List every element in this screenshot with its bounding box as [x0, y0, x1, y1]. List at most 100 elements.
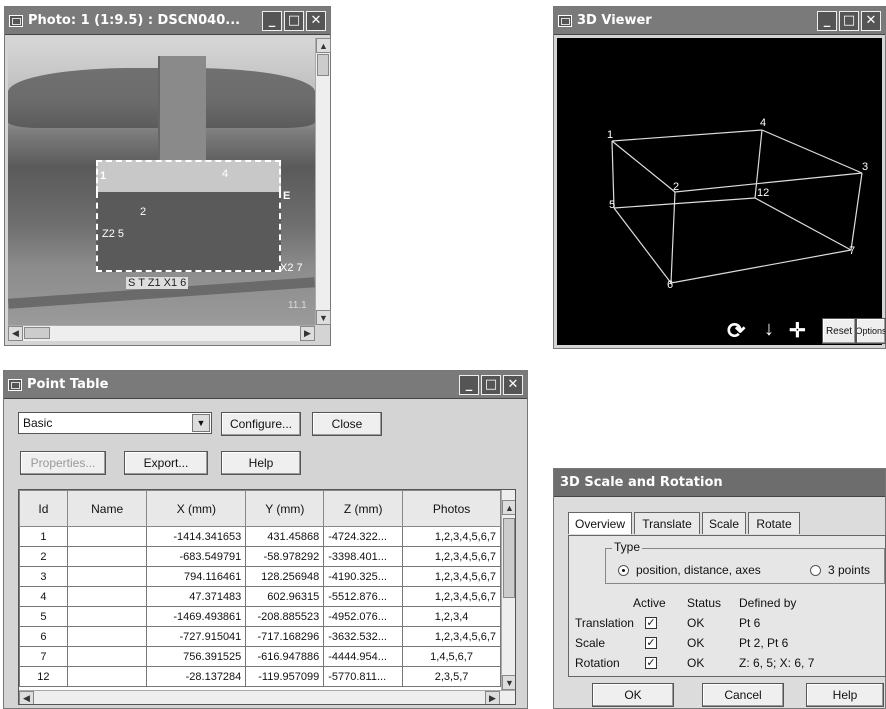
type-group-label: Type — [612, 540, 643, 554]
help-button[interactable]: Help — [806, 683, 884, 707]
scroll-up-icon[interactable]: ▲ — [316, 38, 331, 53]
column-header[interactable]: Photos — [402, 490, 501, 527]
table-cell: 12 — [19, 666, 68, 687]
header-defined-by: Defined by — [739, 596, 797, 610]
tab-overview[interactable]: Overview — [568, 512, 632, 534]
viewer-canvas[interactable]: 1 4 3 2 12 5 6 7 ⟳ ↓ ✛ Reset Options — [557, 38, 886, 345]
table-cell — [66, 626, 148, 647]
table-cell: -5512.876... — [323, 586, 404, 607]
maximize-button[interactable]: □ — [481, 374, 501, 395]
radio-3-points[interactable] — [810, 565, 821, 576]
scroll-down-icon[interactable]: ▼ — [316, 310, 331, 325]
cancel-button[interactable]: Cancel — [702, 683, 784, 707]
scroll-left-icon[interactable]: ◀ — [8, 326, 23, 341]
tab-scale[interactable]: Scale — [702, 512, 746, 534]
maximize-button[interactable]: □ — [284, 10, 304, 31]
help-button[interactable]: Help — [221, 451, 301, 475]
scroll-up-icon[interactable]: ▲ — [502, 500, 515, 515]
view-select[interactable]: Basic ▼ — [18, 412, 212, 434]
maximize-button[interactable]: □ — [839, 10, 859, 31]
export-button[interactable]: Export... — [124, 451, 208, 475]
table-cell: -4724.322... — [323, 526, 404, 547]
minimize-button[interactable]: _ — [817, 10, 837, 31]
rotate-icon[interactable]: ⟳ — [727, 318, 745, 344]
edge — [613, 207, 672, 284]
column-header[interactable]: X (mm) — [146, 490, 247, 527]
point-table-window: Point Table _ □ ✕ Basic ▼ Configure... C… — [3, 370, 528, 709]
minimize-button[interactable]: _ — [459, 374, 479, 395]
pan-icon[interactable]: ✛ — [789, 318, 806, 343]
photo-vertical-scrollbar[interactable]: ▲ ▼ — [315, 38, 331, 325]
table-cell: -4190.325... — [323, 566, 404, 587]
table-vertical-scrollbar[interactable]: ▲ ▼ — [501, 490, 515, 690]
point-label: 3 — [862, 161, 868, 173]
tab-rotate[interactable]: Rotate — [748, 512, 800, 534]
edge — [611, 140, 676, 193]
minimize-button[interactable]: _ — [262, 10, 282, 31]
point-label: E — [283, 190, 291, 202]
table-cell — [66, 666, 148, 687]
table-cell — [66, 566, 148, 587]
reset-button[interactable]: Reset — [822, 318, 856, 344]
photo-horizontal-scrollbar[interactable]: ◀ ▶ — [8, 325, 315, 341]
column-header[interactable]: Id — [19, 490, 68, 527]
point-table-titlebar[interactable]: Point Table _ □ ✕ — [4, 371, 527, 399]
table-row[interactable]: 7 756.391525 -616.947886 -4444.954... 1,4,5,… — [19, 646, 501, 667]
column-header[interactable]: Z (mm) — [323, 490, 404, 527]
table-cell: -616.947886 — [245, 646, 325, 667]
tab-translate[interactable]: Translate — [634, 512, 700, 534]
table-row[interactable]: 5 -1469.493861 -208.885523 -4952.076... 1,2,… — [19, 606, 501, 627]
edge — [754, 197, 852, 251]
table-horizontal-scrollbar[interactable]: ◀ ▶ — [19, 690, 515, 704]
table-cell: 794.116461 — [146, 566, 247, 587]
table-cell: 3 — [19, 566, 68, 587]
column-header[interactable]: Y (mm) — [245, 490, 325, 527]
viewer-window-icon — [558, 14, 572, 27]
table-row[interactable]: 4 47.371483 602.96315 -5512.876... 1,2,3,4,5… — [19, 586, 501, 607]
close-button[interactable]: ✕ — [861, 10, 881, 31]
table-cell: 602.96315 — [245, 586, 325, 607]
scale-rotation-titlebar[interactable]: 3D Scale and Rotation — [554, 469, 885, 497]
type-option-label: position, distance, axes — [636, 563, 761, 577]
table-cell: 1,2,3,4,5,6,7 — [402, 626, 501, 647]
table-row[interactable]: 2 -683.549791 -58.978292 -3398.401... 1,2,3,… — [19, 546, 501, 567]
options-button[interactable]: Options — [856, 318, 886, 344]
table-row[interactable]: 6 -727.915041 -717.168296 -3632.532... 1,2,3… — [19, 626, 501, 647]
properties-button[interactable]: Properties... — [20, 451, 106, 475]
point-label: S T Z1 X1 6 — [126, 277, 189, 289]
chevron-down-icon[interactable]: ▼ — [192, 414, 210, 432]
table-cell: 7 — [19, 646, 68, 667]
table-row[interactable]: 1 -1414.341653 431.45868 -4724.322... 1,2,3,… — [19, 526, 501, 547]
point-label: 1 — [100, 170, 107, 182]
scroll-right-icon[interactable]: ▶ — [485, 691, 500, 704]
close-button[interactable]: ✕ — [306, 10, 326, 31]
point-label: 2 — [673, 181, 679, 193]
photo-titlebar[interactable]: Photo: 1 (1:9.5) : DSCN040... _ □ ✕ — [5, 7, 330, 35]
table-cell: -717.168296 — [245, 626, 325, 647]
header-active: Active — [633, 596, 666, 610]
radio-position-distance-axes[interactable] — [618, 565, 629, 576]
translation-active-checkbox[interactable]: ✓ — [645, 617, 657, 629]
column-header[interactable]: Name — [66, 490, 148, 527]
scroll-left-icon[interactable]: ◀ — [19, 691, 34, 704]
scroll-thumb[interactable] — [503, 518, 515, 598]
table-row[interactable]: 3 794.116461 128.256948 -4190.325... 1,2,3,4… — [19, 566, 501, 587]
close-button[interactable]: ✕ — [503, 374, 523, 395]
ok-button[interactable]: OK — [592, 683, 674, 707]
point-label: 4 — [222, 168, 229, 180]
scroll-thumb[interactable] — [24, 327, 50, 339]
scale-rotation-dialog: 3D Scale and Rotation Overview Translate… — [553, 468, 886, 709]
rotation-active-checkbox[interactable]: ✓ — [645, 657, 657, 669]
photo-image[interactable]: 1 4 E 2 Z2 5 S T Z1 X1 6 X2 7 11.1 — [8, 38, 315, 325]
table-row[interactable]: 12 -28.137284 -119.957099 -5770.811... 2,3,5… — [19, 666, 501, 687]
viewer-titlebar[interactable]: 3D Viewer _ □ ✕ — [554, 7, 885, 35]
scroll-down-icon[interactable]: ▼ — [502, 675, 515, 690]
scroll-right-icon[interactable]: ▶ — [300, 326, 315, 341]
move-down-icon[interactable]: ↓ — [764, 318, 774, 341]
table-cell: 431.45868 — [245, 526, 325, 547]
scale-active-checkbox[interactable]: ✓ — [645, 637, 657, 649]
row-status: OK — [687, 636, 705, 650]
close-table-button[interactable]: Close — [312, 412, 382, 436]
scroll-thumb[interactable] — [317, 54, 329, 76]
configure-button[interactable]: Configure... — [221, 412, 301, 436]
